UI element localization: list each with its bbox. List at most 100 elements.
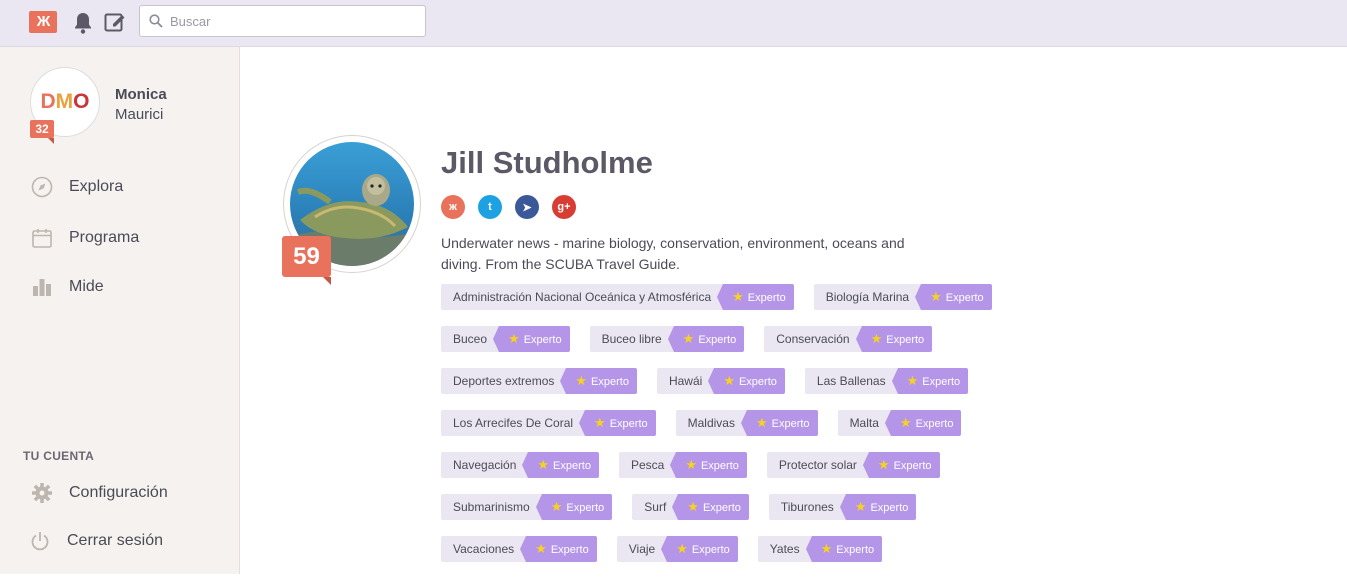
star-icon: ★ xyxy=(682,331,695,346)
star-icon: ★ xyxy=(575,373,588,388)
klout-link-icon[interactable]: ж xyxy=(441,195,465,219)
social-links: ж t ➤ g+ xyxy=(441,195,589,219)
expertise-tag[interactable]: Las Ballenas ★ Experto xyxy=(804,368,969,394)
tag-label: Pesca xyxy=(618,452,677,478)
profile-name: Jill Studholme xyxy=(441,145,653,180)
profile-bio: Underwater news - marine biology, conser… xyxy=(441,235,905,272)
top-bar: Ж xyxy=(0,0,1347,47)
expertise-tag[interactable]: Vacaciones ★ Experto xyxy=(441,536,597,562)
star-icon: ★ xyxy=(594,415,606,430)
tag-label: Vacaciones xyxy=(441,536,527,562)
google-plus-link-icon[interactable]: g+ xyxy=(552,195,576,219)
expertise-tag[interactable]: Submarinismo ★ Experto xyxy=(441,494,613,520)
expert-badge: ★ Experto xyxy=(862,452,940,478)
bar-chart-icon xyxy=(30,275,54,299)
main-content: 59 Jill Studholme ж t ➤ g+ Underwater ne… xyxy=(241,47,1347,574)
tag-label: Navegación xyxy=(441,452,529,478)
star-icon: ★ xyxy=(854,499,867,514)
search-input[interactable] xyxy=(170,6,420,36)
tag-row: Buceo ★ Experto Buceo libre ★ Experto Conserva… xyxy=(441,326,1061,352)
expertise-tag[interactable]: Surf ★ Experto xyxy=(632,494,749,520)
expertise-tag[interactable]: Protector solar ★ Experto xyxy=(766,452,940,478)
star-icon: ★ xyxy=(676,541,688,556)
nav-label-logout: Cerrar sesión xyxy=(67,532,164,549)
expert-badge: ★ Experto xyxy=(855,326,933,352)
tag-label: Tiburones xyxy=(768,494,846,520)
user-name[interactable]: Monica Maurici xyxy=(115,85,167,125)
expertise-tag[interactable]: Hawái ★ Experto xyxy=(656,368,785,394)
expert-badge: ★ Experto xyxy=(670,452,747,478)
tag-label: Administración Nacional Oceánica y Atmos… xyxy=(441,284,724,310)
expertise-tag[interactable]: Los Arrecifes De Coral ★ Experto xyxy=(441,410,656,436)
expert-label: Experto xyxy=(738,376,777,388)
expertise-tag[interactable]: Conservación ★ Experto xyxy=(764,326,933,352)
expert-badge: ★ Experto xyxy=(535,494,613,520)
tag-row: Deportes extremos ★ Experto Hawái ★ Experto La… xyxy=(441,368,1061,394)
gear-icon xyxy=(30,481,54,505)
tag-label: Conservación xyxy=(764,326,862,352)
tag-label: Viaje xyxy=(616,536,668,562)
tag-label: Buceo xyxy=(441,326,500,352)
expert-label: Experto xyxy=(550,544,589,556)
compass-icon xyxy=(30,175,54,199)
compose-icon[interactable] xyxy=(103,10,127,34)
calendar-icon xyxy=(30,226,54,250)
account-section-label: TU CUENTA xyxy=(23,449,95,463)
tag-label: Biología Marina xyxy=(813,284,922,310)
nav-item-logout[interactable]: Cerrar sesión xyxy=(28,526,163,556)
expertise-tag[interactable]: Viaje ★ Experto xyxy=(616,536,738,562)
expert-label: Experto xyxy=(870,502,909,514)
expert-badge: ★ Experto xyxy=(915,284,992,310)
nav-item-settings[interactable]: Configuración xyxy=(30,478,168,508)
expertise-tag[interactable]: Buceo ★ Experto xyxy=(441,326,570,352)
twitter-link-icon[interactable]: t xyxy=(478,195,502,219)
expert-badge: ★ Experto xyxy=(579,410,656,436)
nav-label-explore: Explora xyxy=(69,178,124,195)
expertise-tag[interactable]: Deportes extremos ★ Experto xyxy=(441,368,637,394)
expert-badge: ★ Experto xyxy=(708,368,785,394)
expertise-tag[interactable]: Biología Marina ★ Experto xyxy=(813,284,992,310)
star-icon: ★ xyxy=(550,499,563,514)
expert-label: Experto xyxy=(566,502,605,514)
expert-label: Experto xyxy=(922,376,961,388)
expert-badge: ★ Experto xyxy=(520,536,597,562)
tag-label: Buceo libre xyxy=(589,326,674,352)
expertise-tag[interactable]: Tiburones ★ Experto xyxy=(768,494,917,520)
tag-row: Los Arrecifes De Coral ★ Experto Maldivas ★ E… xyxy=(441,410,1061,436)
expert-label: Experto xyxy=(915,418,954,430)
expert-label: Experto xyxy=(591,376,629,388)
expertise-tag[interactable]: Malta ★ Experto xyxy=(837,410,962,436)
expert-badge: ★ Experto xyxy=(661,536,738,562)
power-icon xyxy=(28,529,52,553)
tag-label: Protector solar xyxy=(766,452,869,478)
expertise-tag[interactable]: Buceo libre ★ Experto xyxy=(589,326,745,352)
nav-label-settings: Configuración xyxy=(69,484,168,501)
foursquare-link-icon[interactable]: ➤ xyxy=(515,195,539,219)
tag-label: Yates xyxy=(757,536,812,562)
nav-item-measure[interactable]: Mide xyxy=(30,272,104,302)
expert-badge: ★ Experto xyxy=(891,368,969,394)
star-icon: ★ xyxy=(537,457,550,472)
star-icon: ★ xyxy=(723,373,735,388)
expertise-tags: Administración Nacional Oceánica y Atmos… xyxy=(441,284,1061,578)
expertise-tag[interactable]: Navegación ★ Experto xyxy=(441,452,599,478)
search-box[interactable] xyxy=(139,5,426,37)
tag-label: Los Arrecifes De Coral xyxy=(441,410,586,436)
klout-logo[interactable]: Ж xyxy=(29,11,57,33)
bell-icon[interactable] xyxy=(72,11,94,35)
expert-badge: ★ Experto xyxy=(672,494,749,520)
expertise-tag[interactable]: Yates ★ Experto xyxy=(757,536,883,562)
tag-row: Navegación ★ Experto Pesca ★ Experto Protector… xyxy=(441,452,1061,478)
expertise-tag[interactable]: Maldivas ★ Experto xyxy=(675,410,818,436)
expert-label: Experto xyxy=(691,544,730,556)
profile-score-badge: 59 xyxy=(282,236,331,285)
user-last-name: Maurici xyxy=(115,106,164,123)
nav-item-explore[interactable]: Explora xyxy=(30,172,123,202)
tag-label: Submarinismo xyxy=(441,494,542,520)
expertise-tag[interactable]: Administración Nacional Oceánica y Atmos… xyxy=(441,284,794,310)
star-icon: ★ xyxy=(755,415,768,430)
user-first-name: Monica xyxy=(115,86,167,103)
star-icon: ★ xyxy=(899,415,912,430)
nav-item-schedule[interactable]: Programa xyxy=(30,223,139,253)
expertise-tag[interactable]: Pesca ★ Experto xyxy=(618,452,747,478)
